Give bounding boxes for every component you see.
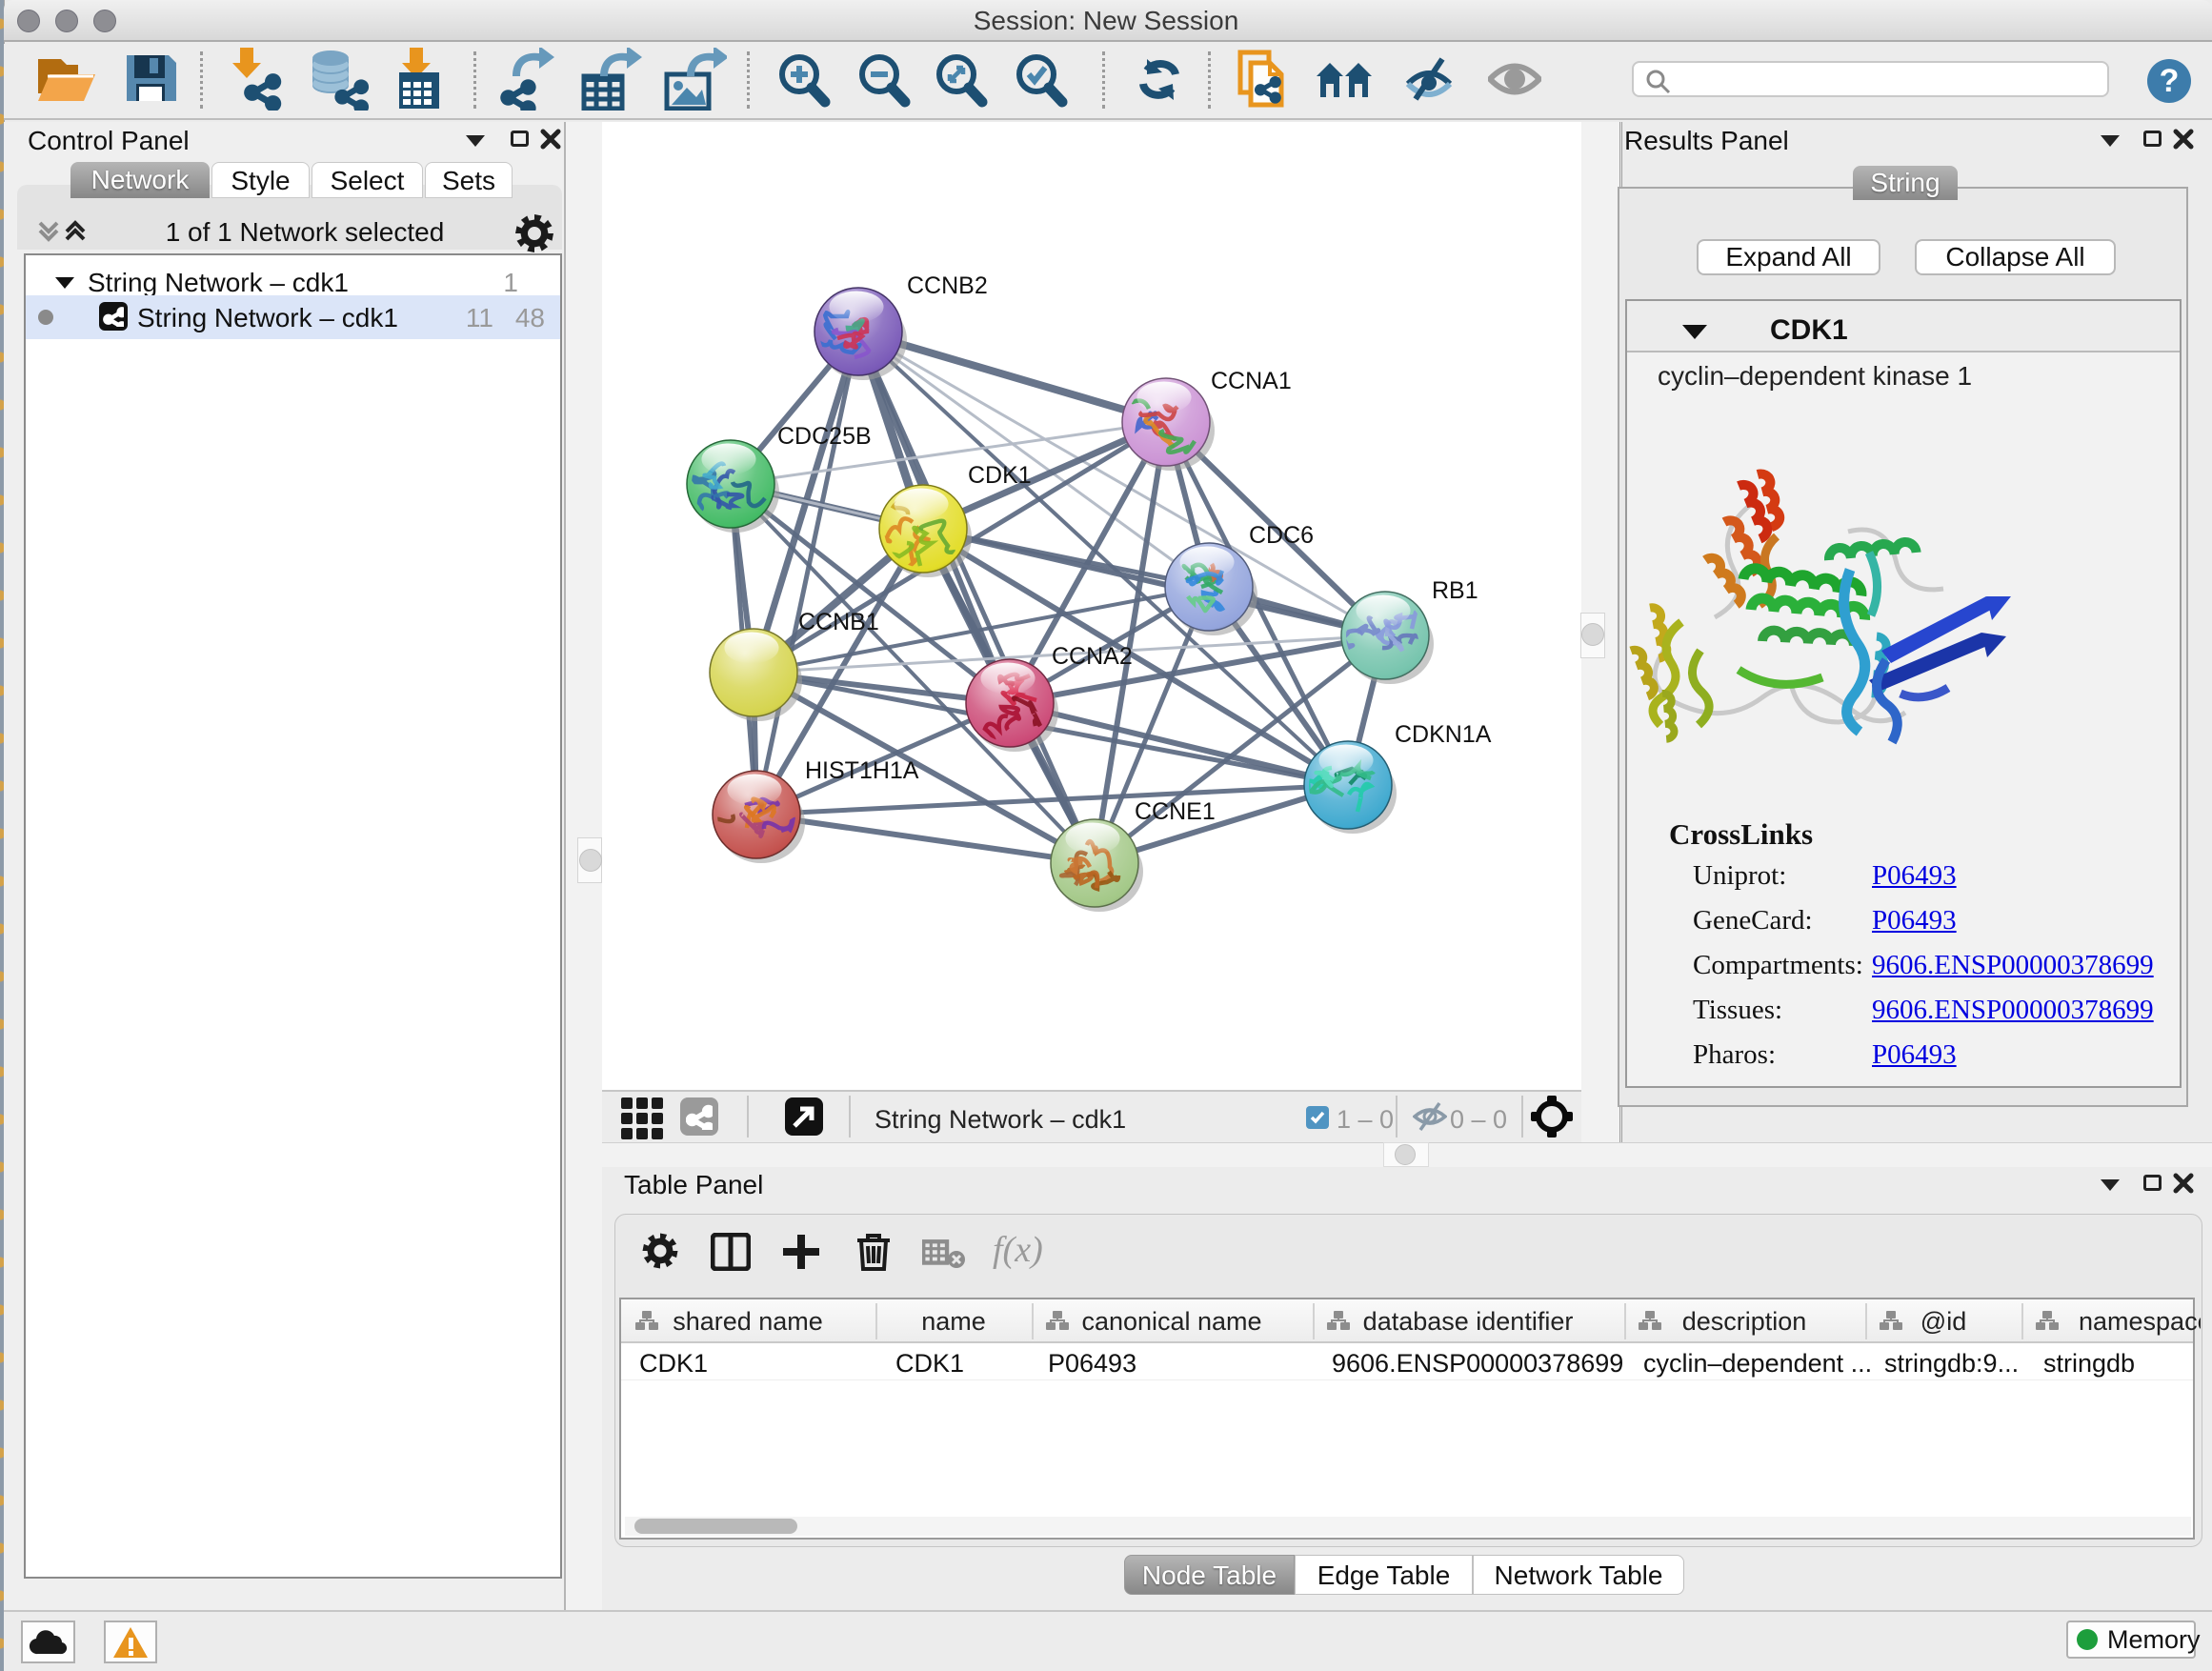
svg-text:CCNA2: CCNA2 (1052, 643, 1133, 670)
svg-text:CDC25B: CDC25B (777, 423, 872, 450)
svg-text:CDK1: CDK1 (968, 462, 1032, 489)
svg-text:CCNA1: CCNA1 (1211, 368, 1292, 394)
svg-text:HIST1H1A: HIST1H1A (805, 757, 919, 784)
svg-text:CCNB2: CCNB2 (907, 272, 988, 299)
svg-text:CCNB1: CCNB1 (798, 609, 879, 635)
svg-text:RB1: RB1 (1432, 577, 1478, 604)
svg-text:CDKN1A: CDKN1A (1395, 721, 1492, 748)
svg-text:CDC6: CDC6 (1249, 522, 1314, 549)
svg-text:CCNE1: CCNE1 (1135, 798, 1216, 825)
